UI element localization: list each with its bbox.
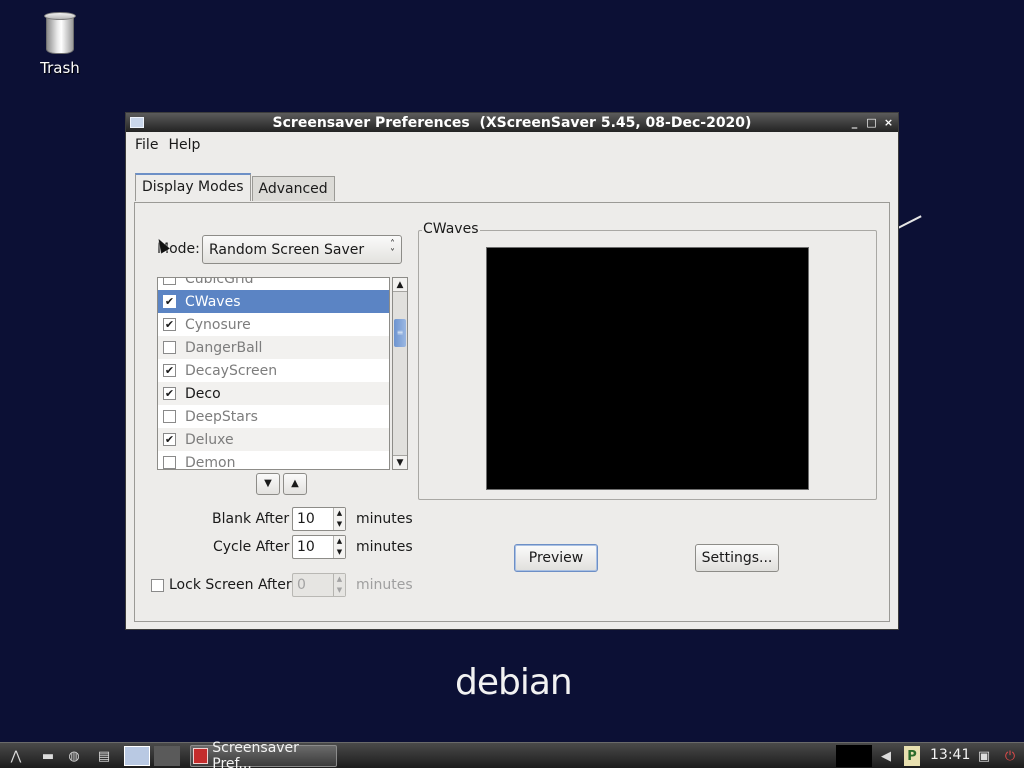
list-item[interactable]: CubicGrid [158,277,389,290]
lock-screen-checkbox[interactable] [151,579,164,592]
display-modes-panel: Mode: Random Screen Saver ˄ ˅ CubicGrid ✔ C… [134,202,890,622]
stepper-arrows-icon[interactable]: ▲ ▼ [333,508,345,530]
package-update-icon[interactable]: P [904,746,920,766]
volume-icon[interactable]: ◀ [876,746,896,766]
list-scrollbar[interactable]: ▲ ≡ ▼ [392,277,408,470]
tab-display-modes[interactable]: Display Modes [135,173,251,201]
list-item-label: DecayScreen [185,362,278,379]
taskbar: ⋀ ▬ ◍ ▤ Screensaver Pref... ◀ P 13:41 ▣ … [0,740,1024,768]
list-item-label: CubicGrid [185,277,254,287]
list-item-checkbox[interactable]: ✔ [163,295,176,308]
taskbar-clock[interactable]: 13:41 [930,747,970,763]
cycle-after-value: 10 [297,539,315,555]
blank-after-unit: minutes [356,511,413,527]
screensaver-list[interactable]: CubicGrid ✔ CWaves ✔ Cynosure DangerBall ✔ Deca… [157,277,390,470]
tab-bar: Display Modes Advanced [135,173,336,201]
preview-canvas [486,247,809,490]
list-item[interactable]: ✔ CWaves [158,290,389,313]
maximize-icon[interactable]: □ [866,116,877,129]
start-menu-icon[interactable]: ⋀ [6,746,26,766]
lock-screen-label[interactable]: Lock Screen After [169,577,292,593]
cycle-after-unit: minutes [356,539,413,555]
show-desktop-icon[interactable]: ▬ [38,746,58,766]
previous-saver-button[interactable]: ▲ [283,473,307,495]
mode-select[interactable]: Random Screen Saver ˄ ˅ [202,235,402,264]
lock-after-unit: minutes [356,577,413,593]
list-item[interactable]: ✔ DecayScreen [158,359,389,382]
preview-button[interactable]: Preview [514,544,598,572]
cpu-monitor-icon [836,745,872,767]
list-item[interactable]: ✔ Deluxe [158,428,389,451]
preview-frame-label: CWaves [422,221,480,237]
window-titlebar[interactable]: Screensaver Preferences (XScreenSaver 5.… [126,113,898,132]
list-item[interactable]: ✔ Deco [158,382,389,405]
minimize-icon[interactable]: _ [849,116,860,129]
screensaver-preferences-window: Screensaver Preferences (XScreenSaver 5.… [125,112,899,630]
tab-advanced[interactable]: Advanced [251,176,335,201]
list-item-checkbox[interactable] [163,341,176,354]
list-item-checkbox[interactable]: ✔ [163,387,176,400]
window-title: Screensaver Preferences (XScreenSaver 5.… [272,114,752,131]
list-item[interactable]: ✔ Cynosure [158,313,389,336]
taskbar-window-button[interactable]: Screensaver Pref... [190,740,337,768]
desktop-decoration [897,215,922,229]
debian-logo: debian [455,662,573,703]
lock-screen-icon[interactable]: ▣ [974,746,994,766]
web-browser-icon[interactable]: ◍ [64,746,84,766]
trash-desktop-icon[interactable]: Trash [30,12,90,77]
list-item-checkbox[interactable] [163,278,176,285]
power-icon[interactable]: ⏻ [1000,746,1020,766]
list-item-label: Deco [185,385,221,402]
list-item-label: Deluxe [185,431,234,448]
stepper-arrows-icon: ▲ ▼ [333,574,345,596]
workspace-1-icon[interactable] [124,746,150,766]
list-item-label: Cynosure [185,316,251,333]
next-saver-button[interactable]: ▼ [256,473,280,495]
list-item-label: DangerBall [185,339,263,356]
taskbar-window-label: Screensaver Pref... [212,740,299,768]
settings-button[interactable]: Settings... [695,544,779,572]
list-item-label: Demon [185,454,236,470]
list-item[interactable]: DangerBall [158,336,389,359]
file-manager-icon[interactable]: ▤ [94,746,114,766]
list-item-label: CWaves [185,293,241,310]
cycle-after-label: Cycle After [213,539,290,555]
stepper-arrows-icon[interactable]: ▲ ▼ [333,536,345,558]
blank-after-label: Blank After [212,511,290,527]
list-item-checkbox[interactable] [163,456,176,469]
trash-label: Trash [40,59,80,77]
mode-select-value: Random Screen Saver [209,241,365,258]
lock-after-value: 0 [297,577,306,593]
scroll-up-icon[interactable]: ▲ [393,278,407,292]
menu-help[interactable]: Help [163,137,205,153]
scroll-thumb[interactable]: ≡ [394,319,406,347]
blank-after-value: 10 [297,511,315,527]
blank-after-stepper[interactable]: 10 ▲ ▼ [292,507,346,531]
chevron-down-icon: ▼ [264,478,272,489]
window-menu-icon[interactable] [130,117,144,128]
workspace-2-icon[interactable] [154,746,180,766]
lock-after-stepper: 0 ▲ ▼ [292,573,346,597]
list-item[interactable]: DeepStars [158,405,389,428]
cycle-after-stepper[interactable]: 10 ▲ ▼ [292,535,346,559]
scroll-down-icon[interactable]: ▼ [393,455,407,469]
screensaver-app-icon [193,748,209,764]
list-item[interactable]: Demon [158,451,389,470]
list-item-label: DeepStars [185,408,258,425]
list-item-checkbox[interactable]: ✔ [163,433,176,446]
list-item-checkbox[interactable]: ✔ [163,364,176,377]
chevron-up-icon: ▲ [291,478,299,489]
menu-file[interactable]: File [130,137,163,153]
trash-icon [44,12,76,54]
list-item-checkbox[interactable] [163,410,176,423]
select-updown-icon: ˄ ˅ [390,239,395,259]
list-item-checkbox[interactable]: ✔ [163,318,176,331]
menubar: File Help [126,132,898,158]
close-icon[interactable]: × [883,116,894,129]
